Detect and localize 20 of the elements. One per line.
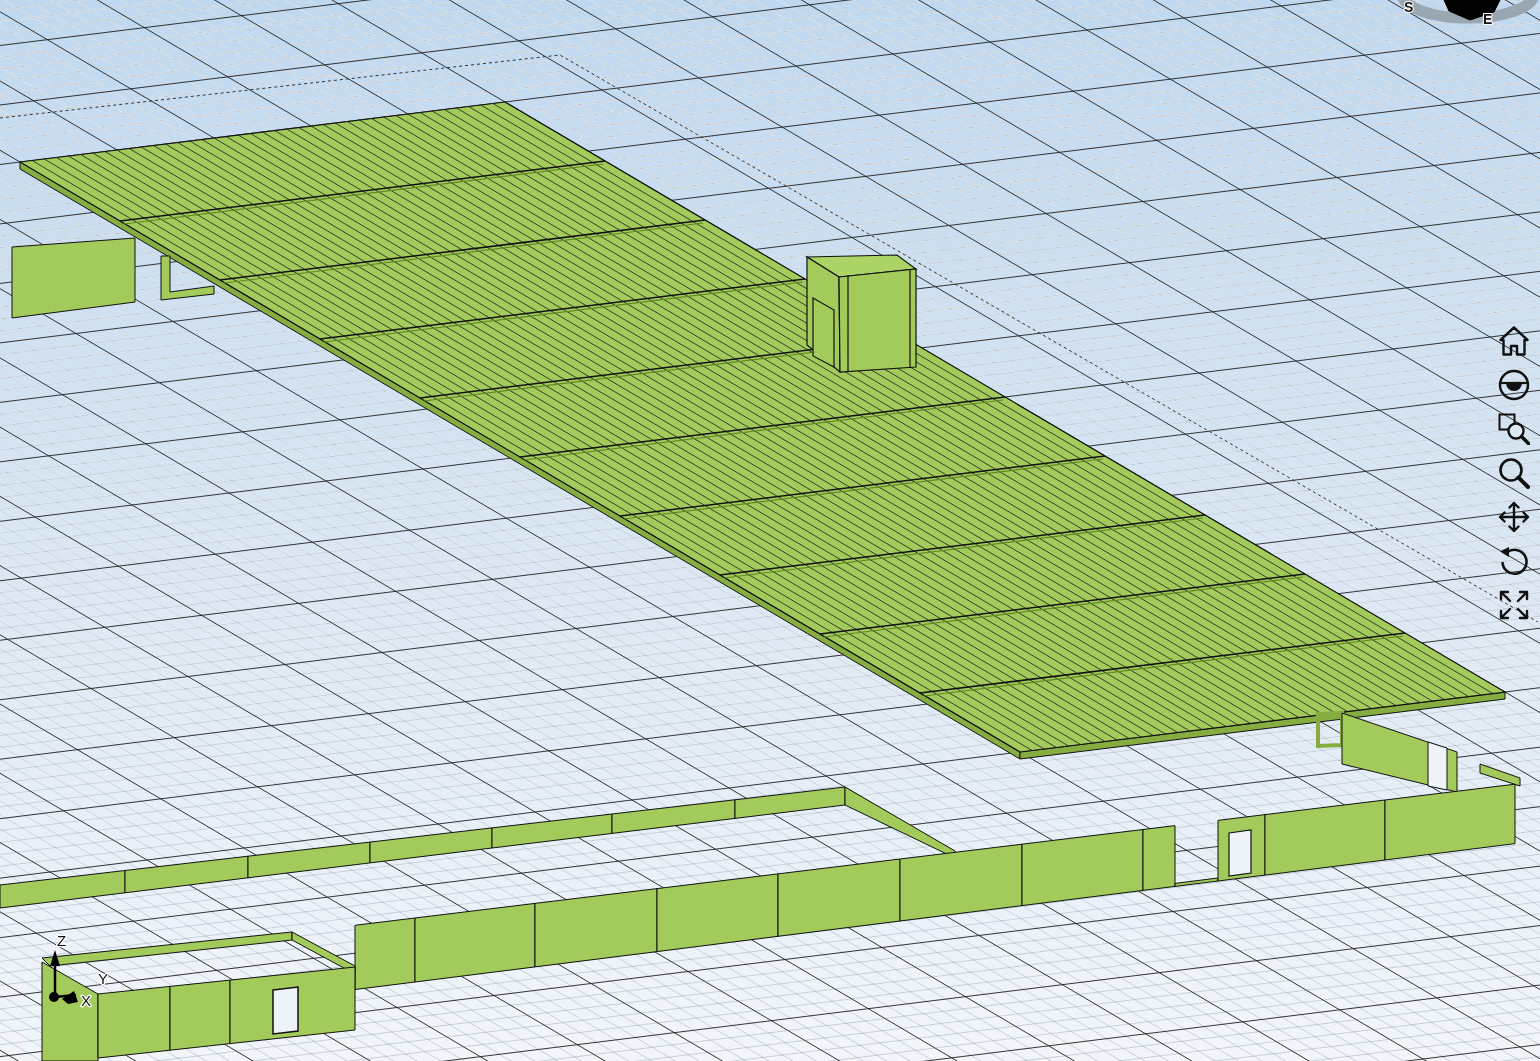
frame-structure	[1316, 710, 1344, 749]
pan-icon[interactable]	[1498, 501, 1530, 533]
compass-label[interactable]: S	[1404, 0, 1414, 15]
expand-icon[interactable]	[1498, 589, 1530, 621]
home-icon[interactable]	[1498, 325, 1530, 357]
frame-structure	[160, 255, 215, 301]
compass-ring[interactable]	[1396, 0, 1540, 24]
axis-label: X	[81, 992, 91, 1009]
eye-icon[interactable]	[1498, 369, 1530, 401]
search-icon[interactable]	[1498, 457, 1530, 489]
threshold	[1174, 877, 1219, 887]
zoom-window-icon[interactable]	[1498, 413, 1530, 445]
rotate-icon[interactable]	[1498, 545, 1530, 577]
door-opening	[1228, 829, 1252, 877]
origin-dot	[49, 992, 59, 1002]
window-opening	[272, 986, 299, 1035]
axis-label: Z	[57, 932, 67, 949]
compass-label[interactable]: E	[1483, 11, 1493, 27]
axis-label: Y	[98, 970, 108, 987]
door-opening	[1427, 741, 1448, 791]
